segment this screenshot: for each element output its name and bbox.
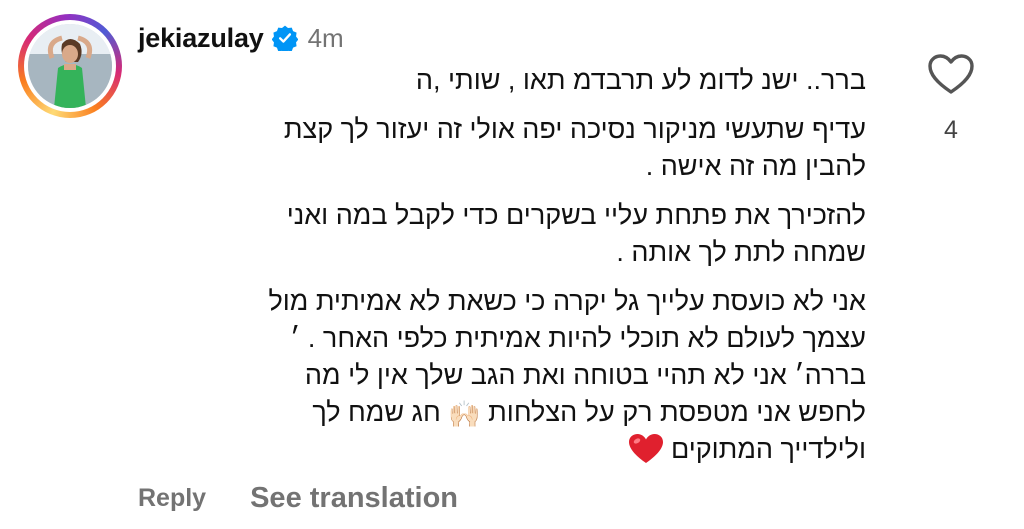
username-link[interactable]: jekiazulay (138, 23, 264, 54)
verified-badge-icon (271, 25, 298, 51)
comment: jekiazulay 4m ברר‭ה, יתוש , ואת מדברת על… (0, 0, 1024, 529)
comment-timestamp: 4m (307, 22, 344, 53)
comment-header: jekiazulay 4m (138, 18, 344, 58)
comment-paragraph: ברר‭ה, יתוש , ואת מדברת על מודל נשי .. (306, 62, 866, 99)
comment-line-part: ולילדייך המתוקים (670, 434, 866, 464)
heart-outline-icon (928, 54, 974, 94)
comment-actions: Reply See translation (138, 482, 458, 515)
comment-paragraph: להזכירך את פתחת עליי בשקרים כדי לקבל במה… (286, 197, 866, 271)
like-count[interactable]: 4 (936, 116, 966, 145)
comment-line: להבין מה זה אישה . (645, 151, 866, 181)
comment-paragraph: עדיף שתעשי מניקור נסיכה יפה אולי זה יעזו… (283, 111, 866, 185)
comment-line: שמחה לתת לך אותה . (616, 237, 866, 267)
comment-line-with-heart: ולילדייך המתוקים (306, 431, 866, 474)
like-button[interactable] (926, 52, 976, 96)
comment-line: להזכירך את פתחת עליי בשקרים כדי לקבל במה… (286, 200, 866, 230)
avatar-photo-icon (28, 24, 112, 108)
comment-paragraph: אני לא כועסת עלייך גל יקרה כי כשאת לא אמ… (268, 283, 866, 474)
comment-line: אני לא כועסת עלייך גל יקרה כי כשאת לא אמ… (268, 286, 866, 316)
comment-text: ברר‭ה, יתוש , ואת מדברת על מודל נשי .. ע… (268, 62, 866, 486)
comment-line-with-emoji: לחפש אני מטפסת רק על הצלחות 🙌🏻 חג שמח לך (306, 394, 866, 431)
comment-line: עדיף שתעשי מניקור נסיכה יפה אולי זה יעזו… (283, 114, 866, 144)
raising-hands-emoji-icon: 🙌🏻 (448, 399, 481, 429)
comment-line: ברר‭ה, יתוש , ואת מדברת על מודל נשי .. (415, 65, 866, 95)
see-translation-button[interactable]: See translation (250, 482, 458, 515)
comment-line: בררה׳ אני לא תהיי בטוחה ואת הגב שלך אין … (304, 360, 866, 390)
reply-button[interactable]: Reply (138, 484, 206, 513)
red-heart-emoji-icon (629, 434, 664, 474)
avatar-story-ring[interactable] (18, 14, 122, 118)
avatar-border (24, 20, 116, 112)
comment-line: עצמך לעולם לא תוכלי להיות אמיתית כלפי הא… (290, 323, 866, 353)
comment-line-part: חג שמח לך (312, 397, 441, 427)
avatar (28, 24, 112, 108)
comment-line-part: לחפש אני מטפסת רק על הצלחות (488, 397, 866, 427)
